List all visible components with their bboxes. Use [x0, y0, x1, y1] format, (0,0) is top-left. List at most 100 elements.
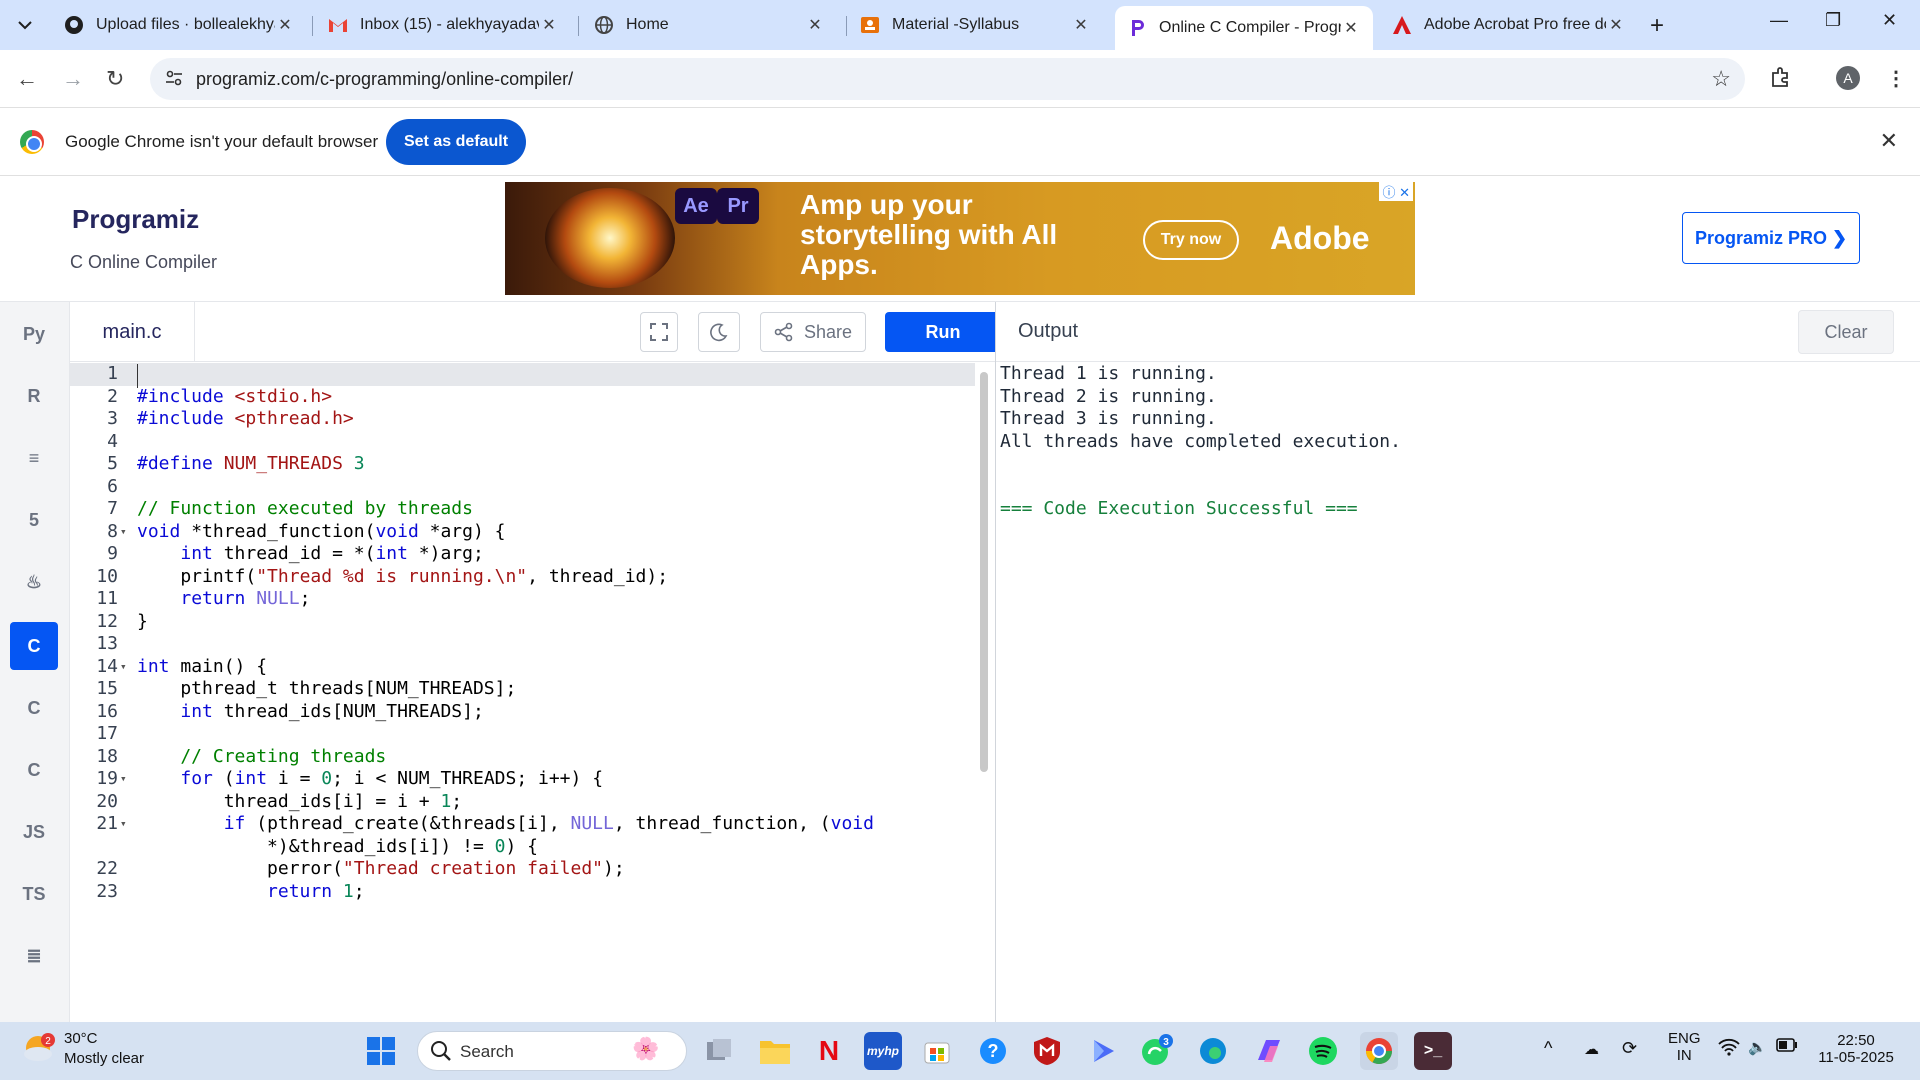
infobar-close-icon[interactable]: ✕ [1880, 128, 1898, 154]
extensions-icon[interactable] [1770, 66, 1792, 94]
terminal-icon[interactable]: >_ [1414, 1032, 1452, 1070]
sql-icon[interactable]: ≡ [10, 434, 58, 482]
show-hidden-icons-chevron-icon[interactable]: ^ [1544, 1038, 1552, 1059]
fold-toggle-icon[interactable]: ▾ [120, 521, 127, 544]
close-icon[interactable]: ✕ [805, 15, 825, 35]
clock[interactable]: 22:50 11-05-2025 [1816, 1032, 1896, 1066]
code-line[interactable]: 16 int thread_ids[NUM_THREADS]; [70, 701, 975, 724]
onedrive-icon[interactable]: ☁ [1584, 1040, 1599, 1058]
code-line[interactable]: 11 return NULL; [70, 588, 975, 611]
code-line[interactable]: 1 [70, 363, 975, 386]
dark-mode-moon-icon[interactable] [698, 312, 740, 352]
editor-scrollbar[interactable] [980, 372, 988, 772]
fold-toggle-icon[interactable]: ▾ [120, 768, 127, 791]
reload-icon[interactable]: ↻ [106, 66, 124, 92]
taskbar-search[interactable]: Search 🌸 [417, 1031, 687, 1071]
tab-online-c-compiler[interactable]: Online C Compiler - Programiz ✕ [1115, 6, 1373, 50]
fold-toggle-icon[interactable]: ▾ [120, 656, 127, 679]
code-line[interactable]: 13 [70, 633, 975, 656]
programiz-logo[interactable]: Programiz [72, 204, 199, 235]
language-indicator[interactable]: ENG IN [1668, 1030, 1701, 1064]
myhp-icon[interactable]: myhp [864, 1032, 902, 1070]
volume-icon[interactable]: 🔈 [1748, 1038, 1767, 1056]
tab-material-syllabus[interactable]: Material -Syllabus ✕ [848, 8, 1103, 42]
copilot-icon[interactable] [1250, 1032, 1288, 1070]
tab-search-icon[interactable] [10, 10, 40, 40]
file-explorer-icon[interactable] [756, 1032, 794, 1070]
url-text[interactable]: programiz.com/c-programming/online-compi… [196, 69, 573, 90]
code-line[interactable]: 6 [70, 476, 975, 499]
chrome-taskbar-icon[interactable] [1360, 1032, 1398, 1070]
sync-icon[interactable]: ⟳ [1622, 1038, 1637, 1059]
bookmark-star-icon[interactable]: ☆ [1711, 66, 1731, 92]
profile-avatar[interactable]: A [1836, 66, 1860, 90]
more-menu-icon[interactable]: ⋮ [1886, 66, 1906, 91]
code-line[interactable]: 4 [70, 431, 975, 454]
weather-moon-icon[interactable]: 2 [22, 1032, 55, 1064]
code-line[interactable]: 12} [70, 611, 975, 634]
tab-adobe-acrobat[interactable]: Adobe Acrobat Pro free do ✕ [1380, 8, 1638, 42]
forward-arrow-icon[interactable]: → [62, 66, 84, 92]
close-icon[interactable]: ✕ [1341, 18, 1361, 38]
clear-button[interactable]: Clear [1798, 310, 1894, 354]
mcafee-icon[interactable] [1028, 1032, 1066, 1070]
microsoft-store-icon[interactable] [918, 1032, 956, 1070]
programiz-pro-button[interactable]: Programiz PRO ❯ [1682, 212, 1860, 264]
code-line[interactable]: 21 ▾ if (pthread_create(&threads[i], NULL… [70, 813, 975, 836]
code-editor[interactable]: 1 2 #include <stdio.h> 3 #include <pthread.h… [70, 362, 995, 1022]
ad-try-now-button[interactable]: Try now [1143, 220, 1239, 260]
file-tab-main-c[interactable]: main.c [70, 302, 195, 362]
python-icon[interactable]: Py [10, 310, 58, 358]
minimize-icon[interactable]: — [1770, 10, 1788, 31]
code-line[interactable]: 20 thread_ids[i] = i + 1; [70, 791, 975, 814]
typescript-icon[interactable]: TS [10, 870, 58, 918]
site-info-icon[interactable] [164, 68, 184, 93]
run-button[interactable]: Run [885, 312, 1001, 352]
tab-home[interactable]: Home ✕ [582, 8, 837, 42]
code-line[interactable]: 10 printf("Thread %d is running.\n", thr… [70, 566, 975, 589]
task-view-icon[interactable] [700, 1032, 738, 1070]
code-line[interactable]: 8 ▾ void *thread_function(void *arg) { [70, 521, 975, 544]
restore-icon[interactable]: ❐ [1825, 10, 1841, 31]
edge-icon[interactable] [1194, 1032, 1232, 1070]
tab-gmail-inbox[interactable]: Inbox (15) - alekhyayadav1 ✕ [316, 8, 571, 42]
close-icon[interactable]: ✕ [539, 15, 559, 35]
csharp-icon[interactable]: C [10, 746, 58, 794]
spotify-icon[interactable] [1304, 1032, 1342, 1070]
fullscreen-icon[interactable] [640, 312, 678, 352]
java-icon[interactable]: ♨ [10, 558, 58, 606]
code-line[interactable]: *)&thread_ids[i]) != 0) { [70, 836, 975, 859]
code-line[interactable]: 22 perror("Thread creation failed"); [70, 858, 975, 881]
code-line[interactable]: 23 return 1; [70, 881, 975, 904]
code-line[interactable]: 9 int thread_id = *(int *)arg; [70, 543, 975, 566]
javascript-icon[interactable]: JS [10, 808, 58, 856]
wifi-icon[interactable] [1718, 1038, 1740, 1060]
battery-icon[interactable] [1776, 1038, 1798, 1056]
code-line[interactable]: 18 // Creating threads [70, 746, 975, 769]
code-line[interactable]: 14 ▾ int main() { [70, 656, 975, 679]
start-windows-icon[interactable] [362, 1032, 400, 1070]
cpp-icon[interactable]: C [10, 684, 58, 732]
back-arrow-icon[interactable]: ← [16, 66, 38, 92]
r-lang-icon[interactable]: R [10, 372, 58, 420]
close-icon[interactable]: ✕ [275, 15, 295, 35]
code-line[interactable]: 19 ▾ for (int i = 0; i < NUM_THREADS; i++… [70, 768, 975, 791]
tab-upload-files[interactable]: Upload files · bollealekhya/ ✕ [52, 8, 307, 42]
go-icon[interactable]: ≣ [10, 932, 58, 980]
address-bar[interactable]: programiz.com/c-programming/online-compi… [150, 58, 1745, 100]
advertisement-banner[interactable]: Ae Pr Amp up your storytelling with All … [505, 182, 1415, 295]
copilot-app-icon[interactable] [1084, 1032, 1122, 1070]
whatsapp-icon[interactable]: 3 [1138, 1032, 1176, 1070]
set-as-default-button[interactable]: Set as default [386, 119, 526, 165]
html-icon[interactable]: 5 [10, 496, 58, 544]
code-line[interactable]: 5 #define NUM_THREADS 3 [70, 453, 975, 476]
code-line[interactable]: 17 [70, 723, 975, 746]
ad-choices-icon[interactable]: ⓘ ✕ [1379, 182, 1413, 201]
code-line[interactable]: 2 #include <stdio.h> [70, 386, 975, 409]
close-icon[interactable]: ✕ [1071, 15, 1091, 35]
window-close-icon[interactable]: ✕ [1882, 10, 1897, 31]
get-help-icon[interactable]: ? [974, 1032, 1012, 1070]
fold-toggle-icon[interactable]: ▾ [120, 813, 127, 836]
code-line[interactable]: 7 // Function executed by threads [70, 498, 975, 521]
new-tab-plus-icon[interactable]: + [1650, 12, 1664, 40]
